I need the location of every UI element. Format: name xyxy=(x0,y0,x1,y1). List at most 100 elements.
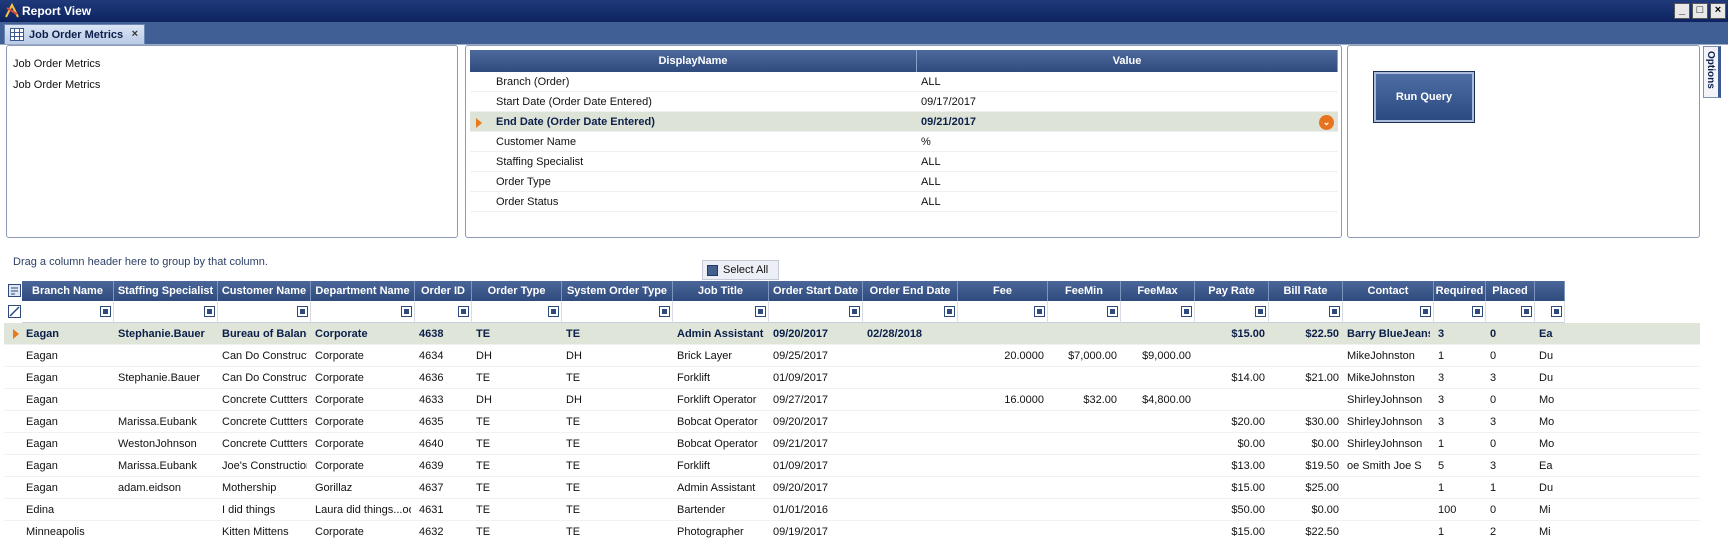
column-header[interactable]: FeeMin xyxy=(1048,281,1121,301)
column-filter-cell[interactable] xyxy=(1486,301,1535,323)
column-header[interactable]: Order ID xyxy=(415,281,472,301)
column-filter-cell[interactable] xyxy=(415,301,472,323)
column-header[interactable]: FeeMax xyxy=(1121,281,1195,301)
column-filter-cell[interactable] xyxy=(311,301,415,323)
filter-icon[interactable] xyxy=(1521,306,1532,317)
column-header[interactable]: Pay Rate xyxy=(1195,281,1269,301)
filter-icon[interactable] xyxy=(1551,306,1562,317)
filter-icon[interactable] xyxy=(849,306,860,317)
parameter-row[interactable]: Order Type ALL xyxy=(470,172,1338,192)
tab-job-order-metrics[interactable]: Job Order Metrics × xyxy=(4,24,145,44)
parameter-value[interactable]: ALL xyxy=(921,176,941,188)
dropdown-icon[interactable]: ⌄ xyxy=(1319,115,1334,130)
clear-filter-icon[interactable] xyxy=(8,305,21,318)
column-header[interactable]: Contact xyxy=(1343,281,1434,301)
parameter-row[interactable]: Branch (Order) ALL xyxy=(470,72,1338,92)
column-filter-cell[interactable] xyxy=(218,301,311,323)
group-by-hint[interactable]: Drag a column header here to group by th… xyxy=(13,256,268,268)
filter-icon[interactable] xyxy=(458,306,469,317)
filter-icon[interactable] xyxy=(659,306,670,317)
column-filter-cell[interactable] xyxy=(1121,301,1195,323)
table-row[interactable]: Minneapolis Kitten Mittens Corporate 4632 TE… xyxy=(4,521,1700,541)
filter-icon[interactable] xyxy=(1255,306,1266,317)
parameter-value[interactable]: ALL xyxy=(921,196,941,208)
column-filter-cell[interactable] xyxy=(22,301,114,323)
col-display-name[interactable]: DisplayName xyxy=(470,50,917,72)
parameter-value[interactable]: 09/21/2017 xyxy=(921,116,976,128)
parameter-row[interactable]: Order Status ALL xyxy=(470,192,1338,212)
column-header[interactable]: Branch Name xyxy=(22,281,114,301)
report-list-item[interactable]: Job Order Metrics xyxy=(13,79,100,91)
filter-icon[interactable] xyxy=(1472,306,1483,317)
column-header[interactable]: Order Type xyxy=(472,281,562,301)
column-header[interactable]: Customer Name xyxy=(218,281,311,301)
parameter-row[interactable]: Start Date (Order Date Entered) 09/17/201… xyxy=(470,92,1338,112)
filter-icon[interactable] xyxy=(1329,306,1340,317)
maximize-button[interactable]: □ xyxy=(1692,3,1708,19)
table-row[interactable]: Eagan Stephanie.Bauer Bureau of Balanc Corp… xyxy=(4,323,1700,345)
column-filter-cell[interactable] xyxy=(1535,301,1565,323)
column-header[interactable]: System Order Type xyxy=(562,281,673,301)
parameter-value[interactable]: ALL xyxy=(921,76,941,88)
column-chooser-icon[interactable] xyxy=(8,284,21,297)
table-row[interactable]: Eagan Stephanie.Bauer Can Do Constructi Cor… xyxy=(4,367,1700,389)
filter-icon[interactable] xyxy=(401,306,412,317)
column-filter-cell[interactable] xyxy=(1343,301,1434,323)
parameter-value[interactable]: 09/17/2017 xyxy=(921,96,976,108)
parameter-value[interactable]: ALL xyxy=(921,156,941,168)
options-side-tab[interactable]: Options xyxy=(1703,46,1721,98)
column-filter-cell[interactable] xyxy=(114,301,218,323)
report-list-item[interactable]: Job Order Metrics xyxy=(13,58,100,70)
filter-icon[interactable] xyxy=(297,306,308,317)
filter-icon[interactable] xyxy=(548,306,559,317)
select-all-toggle[interactable]: Select All xyxy=(702,260,779,280)
table-row[interactable]: Eagan Marissa.Eubank Joe's Construction Cor… xyxy=(4,455,1700,477)
filter-icon[interactable] xyxy=(944,306,955,317)
table-row[interactable]: Edina I did things Laura did things...oo 46… xyxy=(4,499,1700,521)
filter-icon[interactable] xyxy=(755,306,766,317)
filter-icon[interactable] xyxy=(1034,306,1045,317)
run-query-button[interactable]: Run Query xyxy=(1373,71,1475,123)
column-header[interactable]: Staffing Specialist xyxy=(114,281,218,301)
column-header[interactable]: Order Start Date xyxy=(769,281,863,301)
select-all-checkbox[interactable] xyxy=(707,265,718,276)
parameter-row[interactable]: Customer Name% xyxy=(470,132,1338,152)
column-filter-cell[interactable] xyxy=(769,301,863,323)
table-cell: 01/09/2017 xyxy=(773,372,829,384)
close-tab-icon[interactable]: × xyxy=(132,28,138,40)
column-filter-cell[interactable] xyxy=(1269,301,1343,323)
filter-icon[interactable] xyxy=(1181,306,1192,317)
filter-icon[interactable] xyxy=(204,306,215,317)
filter-icon[interactable] xyxy=(100,306,111,317)
column-header[interactable]: Fee xyxy=(958,281,1048,301)
column-header[interactable]: Department Name xyxy=(311,281,415,301)
column-filter-cell[interactable] xyxy=(958,301,1048,323)
column-filter-cell[interactable] xyxy=(673,301,769,323)
column-filter-cell[interactable] xyxy=(1195,301,1269,323)
column-header[interactable]: Required xyxy=(1434,281,1486,301)
minimize-button[interactable]: _ xyxy=(1674,3,1690,19)
column-header[interactable]: Job Title xyxy=(673,281,769,301)
col-value[interactable]: Value xyxy=(917,50,1338,72)
parameter-row[interactable]: End Date (Order Date Entered) 09/21/2017 ⌄ xyxy=(470,112,1338,132)
column-filter-cell[interactable] xyxy=(1434,301,1486,323)
column-header[interactable]: Order End Date xyxy=(863,281,958,301)
column-header[interactable] xyxy=(1535,281,1565,301)
column-filter-cell[interactable] xyxy=(472,301,562,323)
table-row[interactable]: Eagan Concrete Cuttters Corporate 4633 DH DH F… xyxy=(4,389,1700,411)
table-cell: 0 xyxy=(1490,350,1497,362)
column-header[interactable]: Bill Rate xyxy=(1269,281,1343,301)
table-row[interactable]: Eagan Marissa.Eubank Concrete Cuttters Corp… xyxy=(4,411,1700,433)
column-filter-cell[interactable] xyxy=(562,301,673,323)
filter-icon[interactable] xyxy=(1107,306,1118,317)
table-row[interactable]: Eagan adam.eidson Mothership Gorillaz 4637 TE… xyxy=(4,477,1700,499)
table-row[interactable]: Eagan Can Do Constructi Corporate 4634 DH DH B… xyxy=(4,345,1700,367)
column-filter-cell[interactable] xyxy=(863,301,958,323)
column-header[interactable]: Placed xyxy=(1486,281,1535,301)
table-row[interactable]: Eagan WestonJohnson Concrete Cuttters Corpo… xyxy=(4,433,1700,455)
parameter-row[interactable]: Staffing Specialist ALL xyxy=(470,152,1338,172)
parameter-value[interactable]: % xyxy=(921,136,931,148)
column-filter-cell[interactable] xyxy=(1048,301,1121,323)
filter-icon[interactable] xyxy=(1420,306,1431,317)
close-window-button[interactable]: × xyxy=(1710,3,1726,19)
